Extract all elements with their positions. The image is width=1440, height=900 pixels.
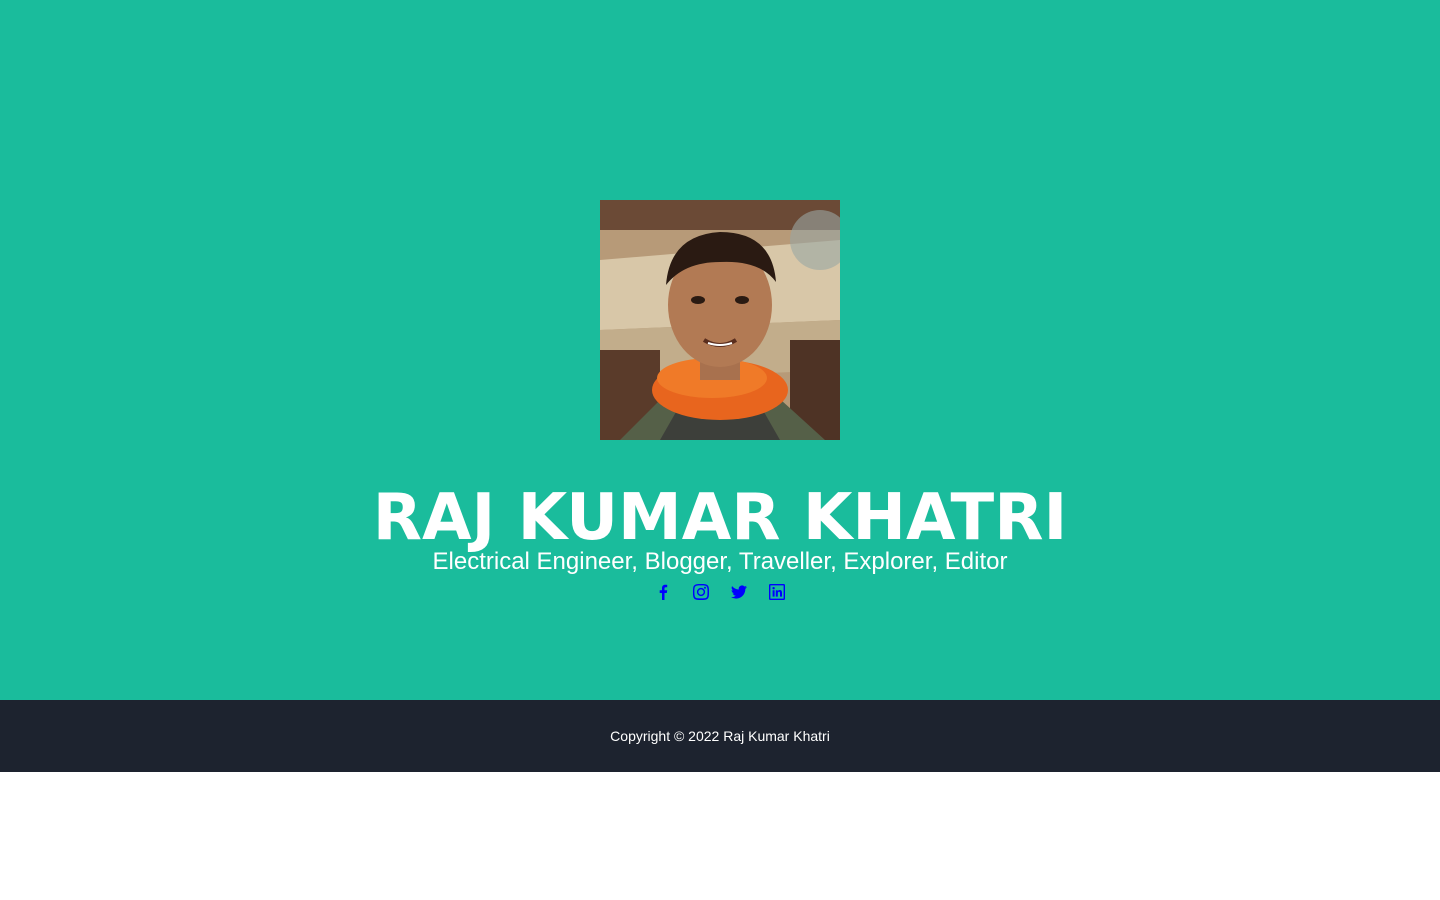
instagram-icon	[693, 584, 709, 600]
twitter-icon	[731, 585, 747, 599]
footer: Copyright © 2022 Raj Kumar Khatri	[0, 700, 1440, 772]
twitter-link[interactable]	[730, 583, 748, 601]
facebook-link[interactable]	[654, 583, 672, 601]
hero-section: RAJ KUMAR KHATRI Electrical Engineer, Bl…	[0, 0, 1440, 700]
profile-tagline: Electrical Engineer, Blogger, Traveller,…	[432, 548, 1008, 575]
profile-photo	[600, 200, 840, 440]
linkedin-link[interactable]	[768, 583, 786, 601]
copyright-text: Copyright © 2022 Raj Kumar Khatri	[610, 728, 830, 744]
linkedin-icon	[769, 584, 785, 600]
facebook-icon	[659, 584, 668, 600]
social-links	[0, 580, 1440, 604]
instagram-link[interactable]	[692, 583, 710, 601]
